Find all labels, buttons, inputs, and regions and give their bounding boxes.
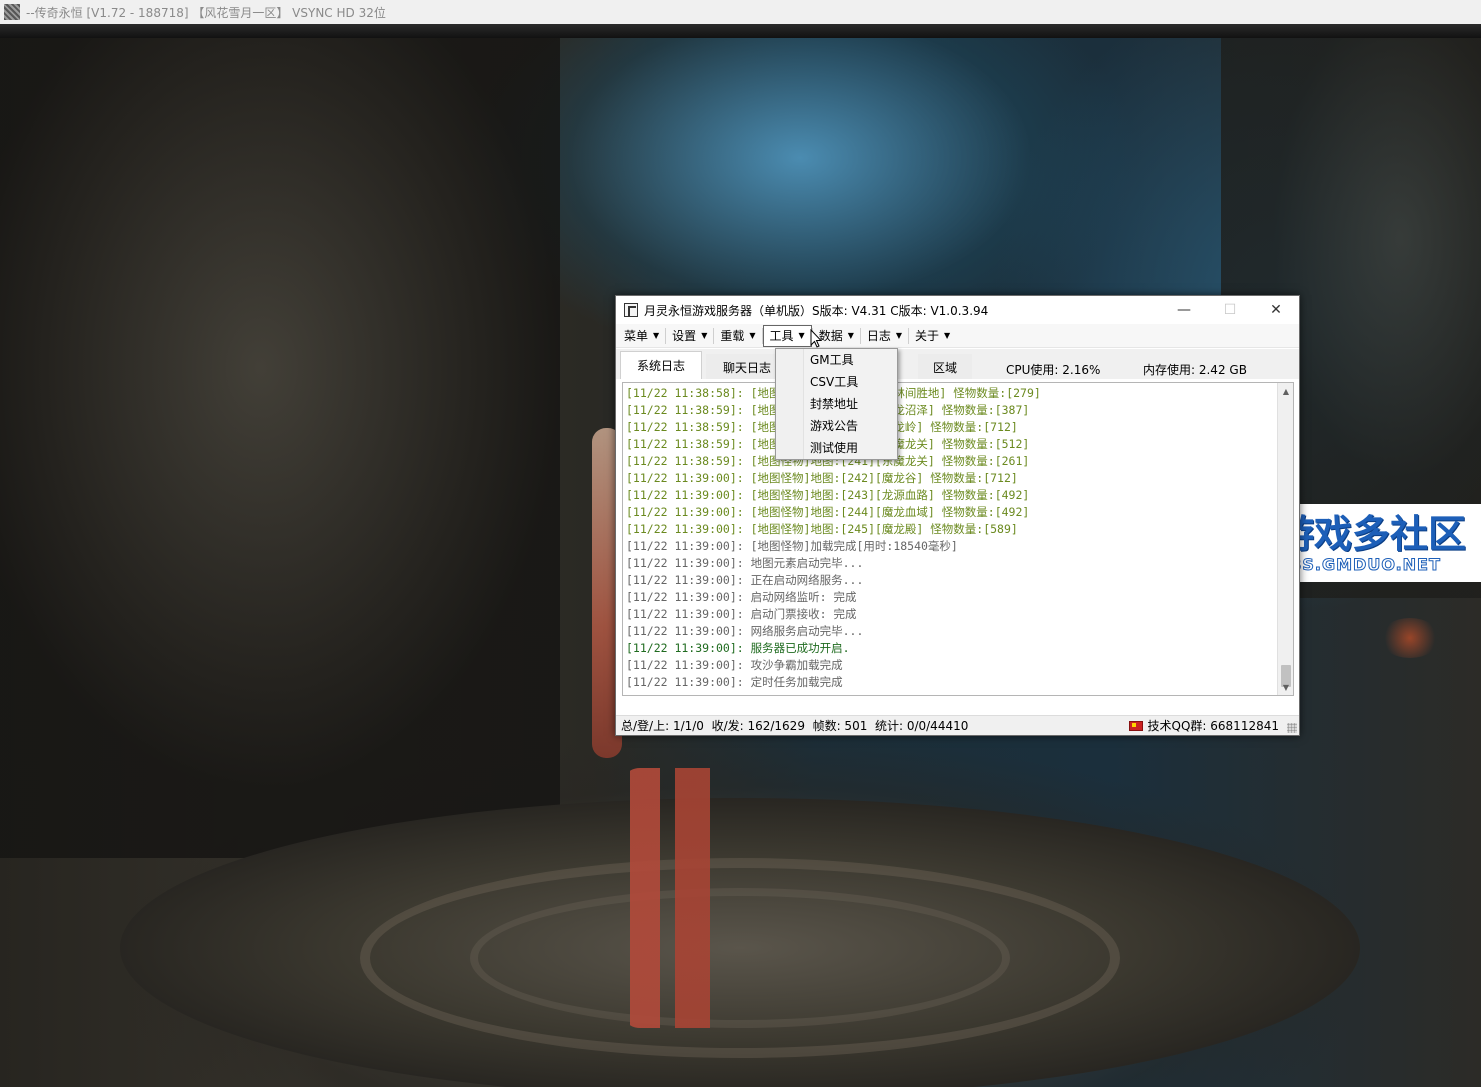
- menu-item-label: 菜单: [624, 329, 649, 343]
- game-window-title: --传奇永恒 [V1.72 - 188718] 【风花雪月一区】 VSYNC H…: [26, 5, 386, 20]
- game-window-titlebar[interactable]: --传奇永恒 [V1.72 - 188718] 【风花雪月一区】 VSYNC H…: [0, 0, 1481, 24]
- qq-group-text: 技术QQ群: 668112841: [1147, 719, 1279, 733]
- chevron-down-icon: ▼: [749, 331, 756, 340]
- log-line: [11/22 11:38:59]: [地图怪物]地图:[239][魔龙岭] 怪物…: [626, 420, 1018, 434]
- menu-item-label: 数据: [818, 329, 843, 343]
- resize-grip-icon[interactable]: [1287, 723, 1297, 733]
- status-contact: 技术QQ群: 668112841: [1128, 717, 1299, 734]
- log-line: [11/22 11:39:00]: [地图怪物]加载完成[用时:18540毫秒]: [626, 539, 958, 553]
- chevron-down-icon: ▼: [701, 331, 708, 340]
- dropdown-item-game-notice[interactable]: 游戏公告: [810, 415, 858, 437]
- chevron-down-icon: ▼: [895, 331, 903, 340]
- maximize-button[interactable]: ☐: [1207, 296, 1253, 324]
- log-line: [11/22 11:39:00]: 启动网络监听: 完成: [626, 590, 857, 604]
- dropdown-item-gm-tool[interactable]: GM工具: [810, 349, 854, 371]
- dropdown-item-ban-address[interactable]: 封禁地址: [810, 393, 858, 415]
- cpu-usage: CPU使用: 2.16%: [1006, 363, 1101, 377]
- chevron-down-icon: ▼: [847, 331, 854, 340]
- log-line: [11/22 11:39:00]: [地图怪物]地图:[242][魔龙谷] 怪物…: [626, 471, 1018, 485]
- log-lines: [11/22 11:38:58]: [地图怪物]地图:[237][树林间胜地] …: [623, 383, 1278, 695]
- menu-item-about[interactable]: 关于 ▼: [909, 325, 956, 347]
- cave-wall-left: [0, 38, 560, 858]
- log-line: [11/22 11:39:00]: [地图怪物]地图:[243][龙源血路] 怪…: [626, 488, 1030, 502]
- log-line: [11/22 11:39:00]: 正在启动网络服务...: [626, 573, 864, 587]
- scroll-up-icon[interactable]: ▲: [1278, 383, 1293, 399]
- game-frame-border: [0, 24, 1481, 38]
- tools-dropdown-menu: GM工具 CSV工具 封禁地址 游戏公告 测试使用: [775, 348, 898, 460]
- log-line: [11/22 11:39:00]: 网络服务启动完毕...: [626, 624, 864, 638]
- log-line: [11/22 11:39:00]: [地图怪物]地图:[244][魔龙血域] 怪…: [626, 505, 1030, 519]
- china-flag-icon: [1128, 720, 1143, 731]
- scroll-down-icon[interactable]: ▼: [1278, 679, 1293, 695]
- dropdown-gutter: [776, 349, 804, 459]
- chevron-down-icon: ▼: [653, 331, 660, 340]
- menu-item-label: 设置: [672, 329, 697, 343]
- chevron-down-icon: ▼: [798, 331, 805, 340]
- game-app-icon: [4, 4, 20, 20]
- log-line: [11/22 11:39:00]: 定时任务加载完成: [626, 675, 843, 689]
- log-line: [11/22 11:39:00]: 攻沙争霸加载完成: [626, 658, 843, 672]
- log-line: [11/22 11:38:58]: [地图怪物]地图:[237][树林间胜地] …: [626, 386, 1041, 400]
- log-panel[interactable]: [11/22 11:38:58]: [地图怪物]地图:[237][树林间胜地] …: [622, 382, 1294, 696]
- server-window-titlebar[interactable]: 月灵永恒游戏服务器（单机版）S版本: V4.31 C版本: V1.0.3.94 …: [616, 296, 1299, 324]
- chevron-down-icon: ▼: [944, 331, 951, 340]
- menu-item-tools[interactable]: 工具 ▼: [762, 324, 812, 347]
- server-window-title: 月灵永恒游戏服务器（单机版）S版本: V4.31 C版本: V1.0.3.94: [644, 303, 989, 318]
- log-line: [11/22 11:39:00]: 服务器已成功开启.: [626, 641, 850, 655]
- status-stats: 总/登/上: 1/1/0 收/发: 162/1629 帧数: 501 统计: 0…: [621, 719, 969, 733]
- menu-item-reload[interactable]: 重载 ▼: [714, 325, 761, 347]
- log-scrollbar[interactable]: ▲ ▼: [1277, 383, 1293, 695]
- server-window[interactable]: 月灵永恒游戏服务器（单机版）S版本: V4.31 C版本: V1.0.3.94 …: [615, 295, 1300, 736]
- tab-bar: 系统日志 聊天日志 区域 CPU使用: 2.16% 内存使用: 2.42 GB: [616, 349, 1299, 379]
- menu-item-settings[interactable]: 设置 ▼: [666, 325, 713, 347]
- tab-region[interactable]: 区域: [918, 354, 973, 379]
- log-line: [11/22 11:38:59]: [地图怪物]地图:[238][魔龙沼泽] 怪…: [626, 403, 1030, 417]
- mouse-cursor-icon: [810, 329, 822, 348]
- lantern-glow: [1380, 618, 1440, 658]
- watermark-subtitle: BBS.GMDUO.NET: [1275, 555, 1441, 574]
- menu-item-main[interactable]: 菜单 ▼: [618, 325, 665, 347]
- log-line: [11/22 11:39:00]: [地图怪物]地图:[245][魔龙殿] 怪物…: [626, 522, 1018, 536]
- platform-ring-inner: [470, 888, 1010, 1028]
- close-button[interactable]: ✕: [1253, 296, 1299, 324]
- memory-usage: 内存使用: 2.42 GB: [1143, 363, 1247, 377]
- watermark-title: 游戏多社区: [1276, 512, 1467, 556]
- menu-item-label: 关于: [915, 329, 940, 343]
- dropdown-item-test-use[interactable]: 测试使用: [810, 437, 858, 459]
- server-app-icon: [624, 303, 638, 317]
- menu-item-label: 重载: [720, 329, 745, 343]
- status-bar: 总/登/上: 1/1/0 收/发: 162/1629 帧数: 501 统计: 0…: [616, 715, 1299, 735]
- log-line: [11/22 11:39:00]: 启动门票接收: 完成: [626, 607, 857, 621]
- dropdown-item-csv-tool[interactable]: CSV工具: [810, 371, 858, 393]
- menu-item-logs[interactable]: 日志 ▼: [861, 325, 908, 347]
- log-line: [11/22 11:38:59]: [地图怪物]地图:[241][东魔龙关] 怪…: [626, 454, 1030, 468]
- tab-system-log[interactable]: 系统日志: [620, 351, 703, 379]
- character-legs: [620, 768, 730, 1028]
- menu-bar: 菜单 ▼ 设置 ▼ 重载 ▼ 工具 ▼ 数据 ▼ 日志 ▼ 关于 ▼: [616, 324, 1299, 348]
- menu-item-label: 工具: [769, 329, 794, 343]
- log-line: [11/22 11:39:00]: 地图元素启动完毕...: [626, 556, 864, 570]
- minimize-button[interactable]: —: [1161, 296, 1207, 324]
- log-line: [11/22 11:38:59]: [地图怪物]地图:[240][西魔龙关] 怪…: [626, 437, 1030, 451]
- menu-item-label: 日志: [866, 329, 891, 343]
